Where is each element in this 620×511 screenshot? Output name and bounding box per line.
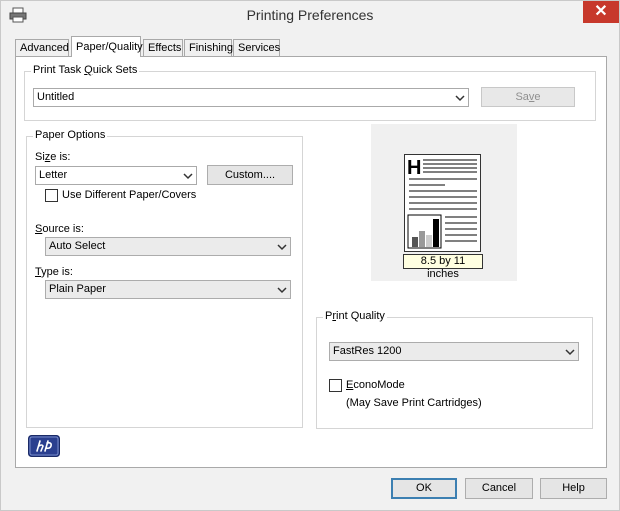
tab-paper-quality[interactable]: Paper/Quality	[71, 36, 143, 57]
chevron-down-icon	[183, 171, 193, 181]
svg-text:H: H	[407, 157, 421, 179]
quick-sets-group: Print Task Quick Sets Untitled Save	[24, 64, 596, 121]
ok-button[interactable]: OK	[391, 478, 457, 499]
paper-type-dropdown[interactable]: Plain Paper	[45, 280, 291, 299]
tab-advanced[interactable]: Advanced	[15, 39, 69, 56]
close-icon: ✕	[594, 3, 608, 20]
paper-quality-panel: Print Task Quick Sets Untitled Save Pape…	[15, 56, 607, 468]
different-paper-checkbox[interactable]	[45, 189, 58, 202]
economode-note: (May Save Print Cartridges)	[346, 397, 482, 409]
paper-options-label: Paper Options	[33, 129, 108, 141]
paper-size-label: 8.5 by 11 inches	[403, 254, 483, 280]
quick-sets-dropdown[interactable]: Untitled	[33, 88, 469, 107]
paper-type-value: Plain Paper	[49, 283, 106, 295]
page-preview: H 8.5 by 11 inches	[371, 124, 517, 281]
tab-services[interactable]: Services	[233, 39, 280, 56]
custom-size-button[interactable]: Custom....	[207, 165, 293, 185]
save-button[interactable]: Save	[481, 87, 575, 107]
tab-effects[interactable]: Effects	[143, 39, 183, 56]
paper-source-dropdown[interactable]: Auto Select	[45, 237, 291, 256]
quick-sets-value: Untitled	[37, 91, 75, 103]
type-label: Type is:	[35, 266, 73, 278]
size-label: Size is:	[35, 151, 71, 163]
printing-preferences-window: Printing Preferences ✕ Advanced Paper/Qu…	[0, 0, 620, 511]
quick-sets-label: Print Task Quick Sets	[31, 64, 140, 76]
paper-size-value: Letter	[39, 169, 68, 181]
window-title: Printing Preferences	[246, 7, 374, 23]
tab-finishing[interactable]: Finishing	[184, 39, 233, 56]
economode-label: EconoMode	[346, 379, 405, 391]
different-paper-label: Use Different Paper/Covers	[62, 189, 197, 201]
chevron-down-icon	[277, 242, 287, 252]
title-bar: Printing Preferences ✕	[1, 1, 619, 31]
page-preview-icon: H	[404, 154, 481, 252]
hp-logo	[28, 435, 60, 457]
paper-size-dropdown[interactable]: Letter	[35, 166, 197, 185]
source-label: Source is:	[35, 223, 84, 235]
close-button[interactable]: ✕	[583, 1, 619, 23]
paper-source-value: Auto Select	[49, 240, 106, 252]
print-quality-group: Print Quality FastRes 1200 EconoMode (Ma…	[316, 310, 593, 429]
help-button[interactable]: Help	[540, 478, 607, 499]
economode-checkbox[interactable]	[329, 379, 342, 392]
paper-options-group: Paper Options Size is: Letter Custom....…	[26, 129, 303, 428]
print-quality-label: Print Quality	[323, 310, 387, 322]
chevron-down-icon	[277, 285, 287, 295]
chevron-down-icon	[455, 93, 465, 103]
chevron-down-icon	[565, 347, 575, 357]
cancel-button[interactable]: Cancel	[465, 478, 533, 499]
print-quality-dropdown[interactable]: FastRes 1200	[329, 342, 579, 361]
print-quality-value: FastRes 1200	[333, 345, 402, 357]
